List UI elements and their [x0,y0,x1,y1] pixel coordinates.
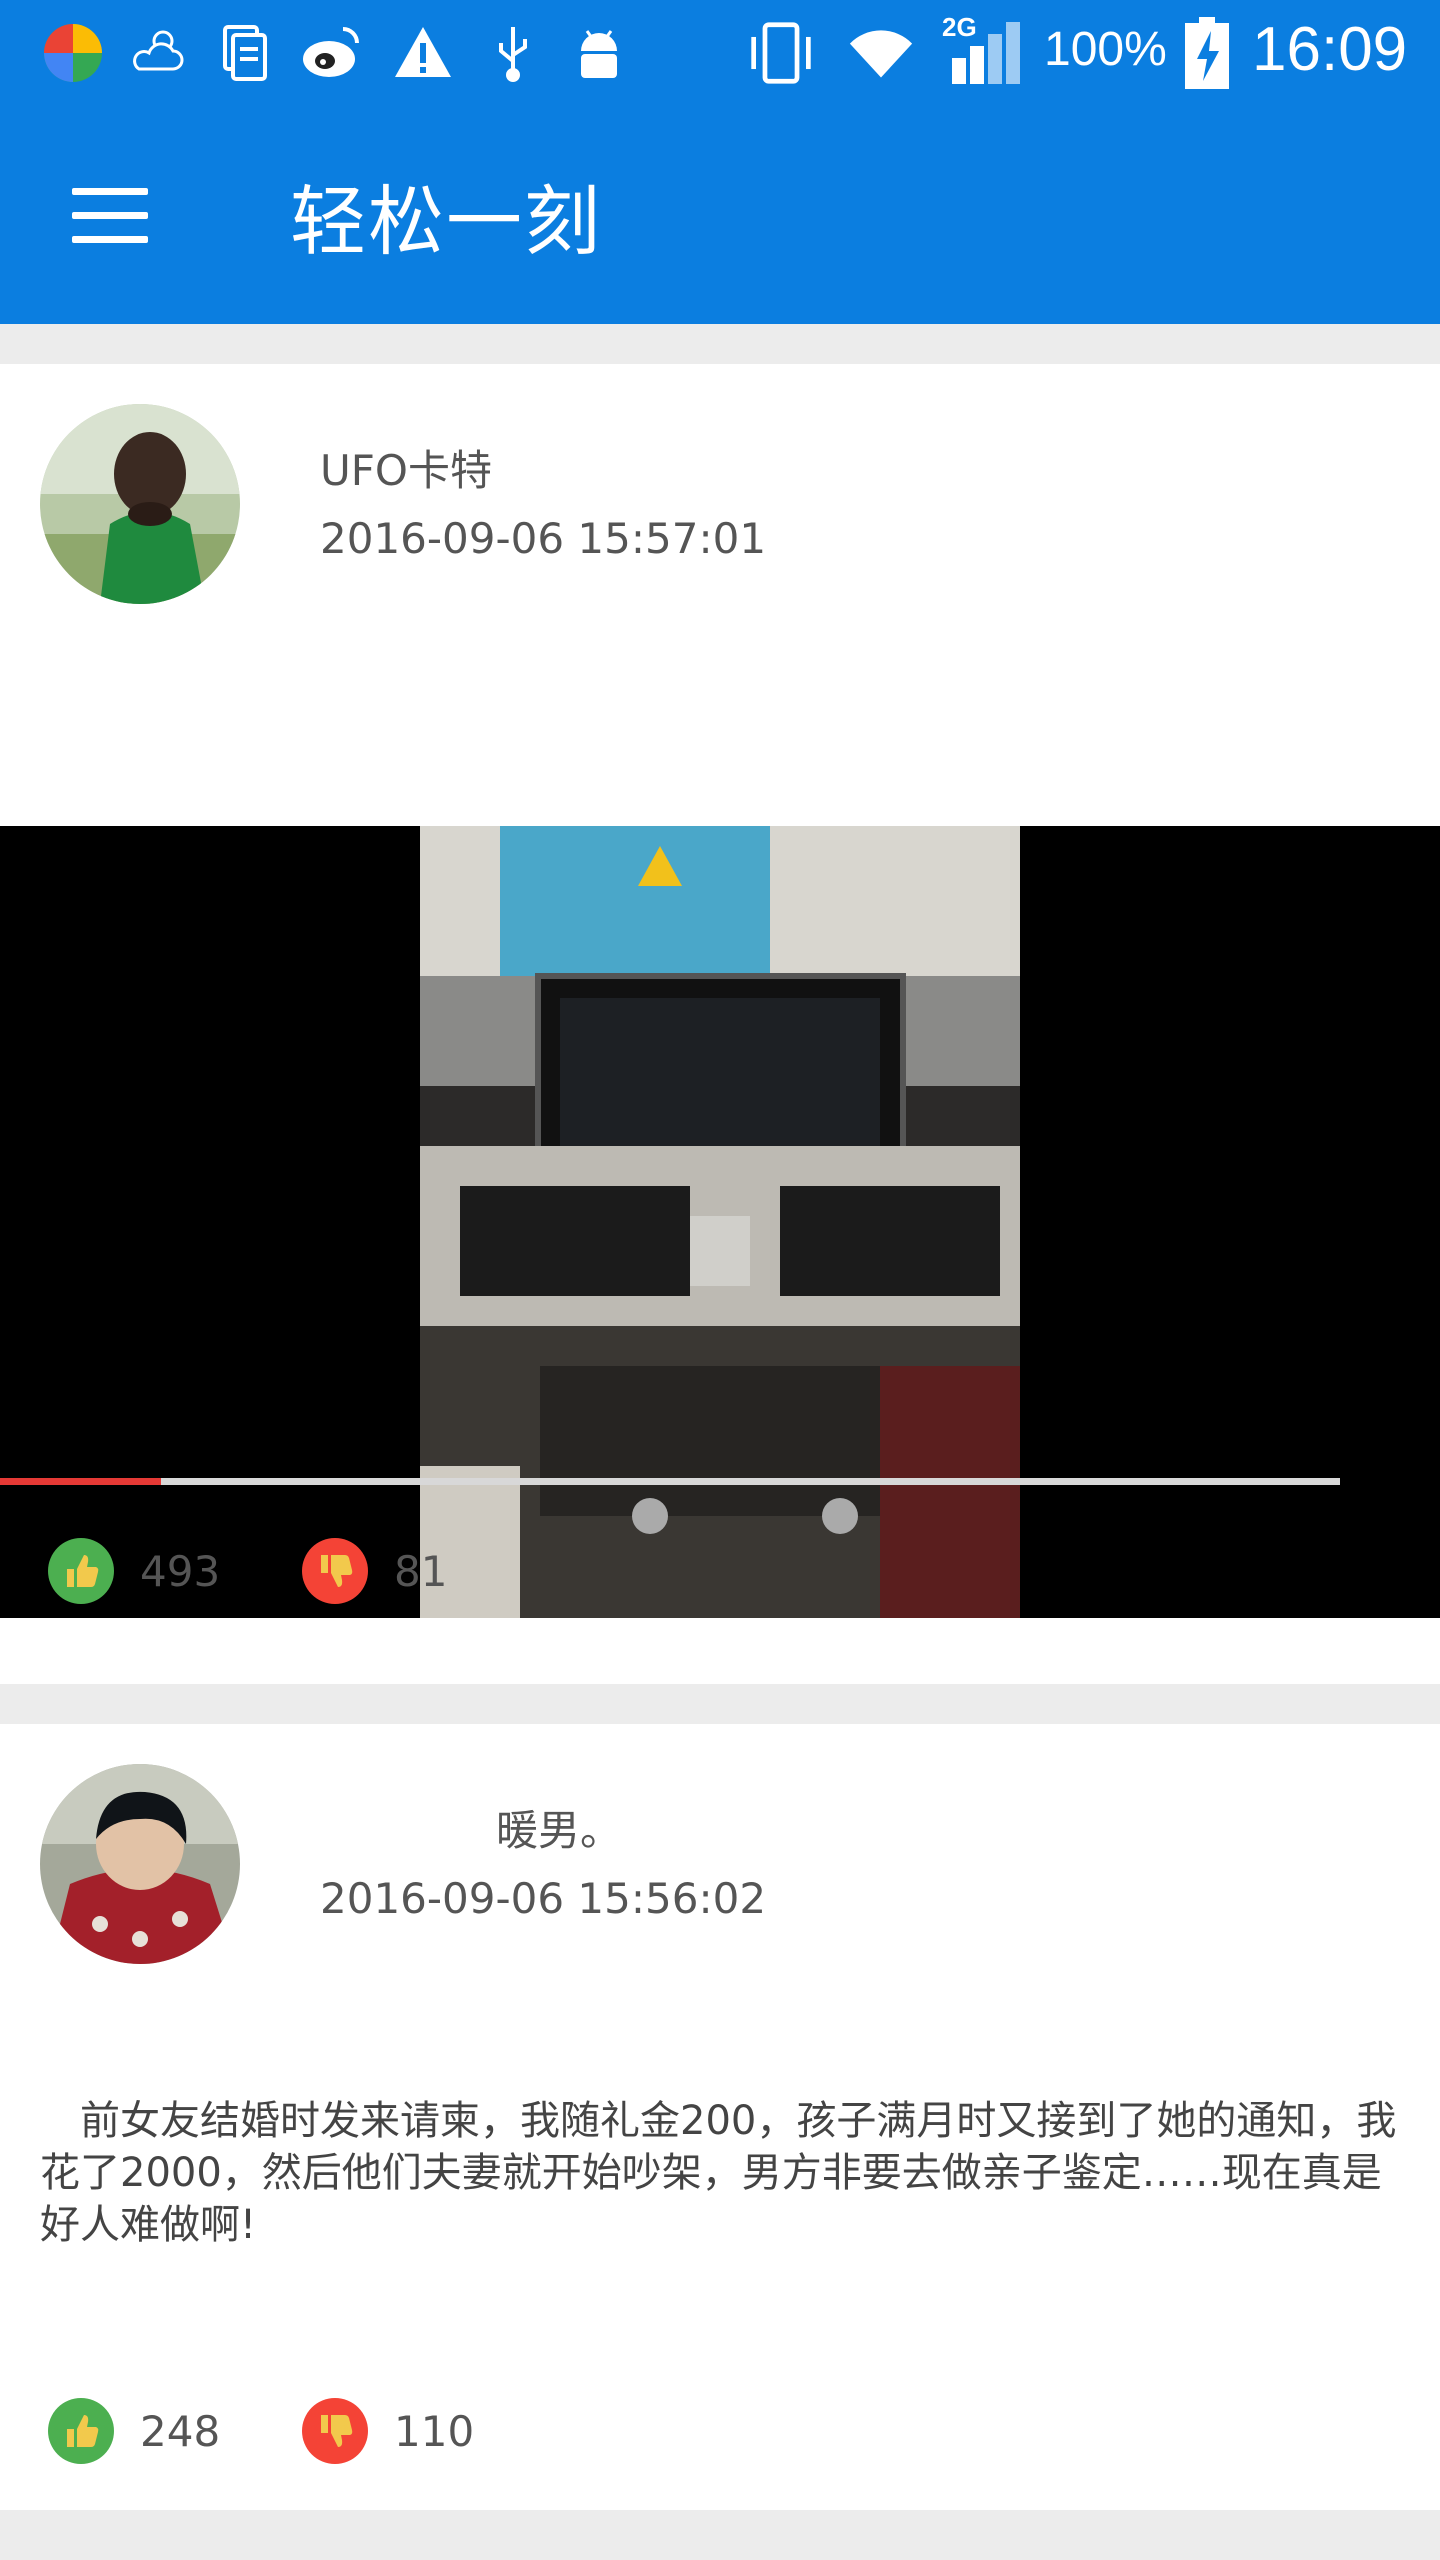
clock: 16:09 [1252,15,1408,84]
avatar[interactable] [40,1764,240,1964]
like-count: 493 [140,1546,221,1596]
post-card: 暖男。 2016-09-06 15:56:02 前女友结婚时发来请柬，我随礼金2… [0,1724,1440,2510]
dislike-count: 110 [394,2406,475,2456]
thumbs-up-icon [48,1538,114,1604]
usb-icon [480,20,546,86]
status-bar: 2G 100% 16:09 [0,0,1440,105]
wifi-icon [848,20,914,86]
like-count: 248 [140,2406,221,2456]
thumbs-up-icon [48,2398,114,2464]
thumbs-down-icon [302,2398,368,2464]
android-debug-icon [566,20,632,86]
battery-charging-icon [1182,17,1232,89]
battery-percent: 100% [1044,23,1167,76]
post-username[interactable]: 暖男。 [496,1797,622,1858]
like-button[interactable]: 248 [48,2398,220,2464]
vibrate-icon [748,20,814,86]
post-timestamp: 2016-09-06 15:57:01 [320,514,767,563]
top-bar: 2G 100% 16:09 轻松一刻 [0,0,1440,324]
warning-icon [390,20,456,86]
video-progress-bar[interactable] [0,1478,1340,1485]
like-button[interactable]: 493 [48,1538,220,1604]
app-logo-icon [40,20,106,86]
weather-icon [124,20,190,86]
avatar[interactable] [40,404,240,604]
video-progress-fill [0,1478,161,1485]
post-username[interactable]: UFO卡特 [320,437,492,498]
post-timestamp: 2016-09-06 15:56:02 [320,1874,767,1923]
video-player[interactable] [0,826,1440,1618]
video-thumbnail [420,826,1020,1618]
app-bar: 轻松一刻 [0,105,1440,324]
post-body-text: 前女友结婚时发来请柬，我随礼金200，孩子满月时又接到了她的通知，我花了2000… [40,2098,1397,2248]
thumbs-down-icon [302,1538,368,1604]
dislike-button[interactable]: 81 [302,1538,447,1604]
dislike-button[interactable]: 110 [302,2398,474,2464]
weibo-icon [298,20,364,86]
post-card: UFO卡特 2016-09-06 15:57:01 493 81 [0,364,1440,1684]
hamburger-menu-icon[interactable] [48,165,168,265]
document-icon [212,20,278,86]
signal-icon [950,20,1030,86]
page-title: 轻松一刻 [290,177,602,266]
dislike-count: 81 [394,1546,448,1596]
